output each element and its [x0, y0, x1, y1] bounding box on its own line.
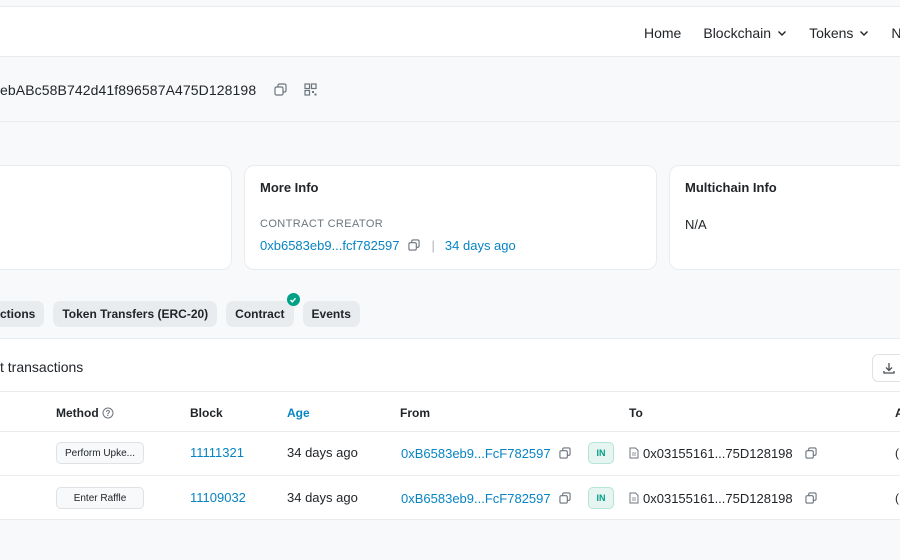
tab-contract[interactable]: Contract	[226, 293, 300, 327]
method-badge: Enter Raffle	[56, 487, 144, 509]
tab-token-transfers-label: Token Transfers (ERC-20)	[62, 307, 209, 321]
chevron-down-icon	[778, 30, 787, 36]
tab-token-transfers[interactable]: Token Transfers (ERC-20)	[53, 301, 218, 327]
nav-more[interactable]: N	[891, 25, 900, 41]
column-block: Block	[190, 406, 223, 420]
column-to: To	[629, 406, 643, 420]
copy-icon[interactable]	[803, 490, 819, 506]
top-navbar: Home Blockchain Tokens N	[0, 6, 900, 57]
copy-icon[interactable]	[406, 237, 422, 253]
from-address-link[interactable]: 0xB6583eb9...FcF782597	[401, 446, 551, 461]
nav-home-label: Home	[644, 24, 682, 41]
nav-home[interactable]: Home	[644, 25, 681, 41]
multichain-info-card: Multichain Info N/A	[669, 165, 900, 270]
to-cell: 0x03155161...75D128198	[629, 445, 819, 461]
column-block-label: Block	[190, 406, 223, 420]
column-to-label: To	[629, 406, 643, 420]
from-cell: 0xB6583eb9...FcF782597	[401, 490, 573, 506]
method-badge: Perform Upke...	[56, 442, 144, 464]
row-divider	[0, 475, 900, 476]
help-icon[interactable]: ?	[102, 407, 114, 419]
row-edge-char: (	[895, 446, 899, 460]
nav-blockchain[interactable]: Blockchain	[703, 25, 787, 41]
tx-age: 34 days ago	[287, 490, 358, 505]
multichain-info-title: Multichain Info	[685, 180, 777, 195]
column-edge-label: A	[895, 406, 900, 420]
svg-text:?: ?	[105, 409, 110, 418]
column-from-label: From	[400, 406, 430, 420]
column-edge: A	[895, 406, 900, 420]
nav-tokens-label: Tokens	[809, 24, 854, 41]
nav-blockchain-label: Blockchain	[703, 24, 772, 41]
creator-address-link[interactable]: 0xb6583eb9...fcf782597	[260, 238, 400, 253]
block-link[interactable]: 11111321	[190, 445, 244, 460]
tab-bar: ctions Token Transfers (ERC-20) Contract…	[0, 293, 369, 327]
main-nav: Home Blockchain Tokens N	[644, 7, 900, 58]
verified-check-icon	[286, 293, 300, 306]
copy-icon[interactable]	[557, 490, 573, 506]
block-link[interactable]: 11109032	[190, 490, 246, 505]
download-button[interactable]	[872, 354, 900, 382]
transactions-title: t transactions	[0, 359, 84, 375]
column-age-label: Age	[287, 406, 310, 420]
column-method-label: Method	[56, 406, 99, 420]
to-address[interactable]: 0x03155161...75D128198	[643, 491, 793, 506]
direction-badge: IN	[588, 442, 614, 464]
tx-age: 34 days ago	[287, 445, 358, 460]
tab-contract-label: Contract	[235, 307, 285, 321]
creator-tx-age-link[interactable]: 34 days ago	[445, 238, 516, 253]
overview-card	[0, 165, 232, 270]
contract-file-icon	[629, 447, 639, 459]
contract-file-icon	[629, 492, 639, 504]
copy-icon[interactable]	[272, 82, 288, 98]
column-age[interactable]: Age	[287, 406, 310, 420]
to-cell: 0x03155161...75D128198	[629, 490, 819, 506]
contract-address: ebABc58B742d41f896587A475D128198	[0, 81, 257, 98]
tab-events[interactable]: Events	[302, 301, 360, 327]
nav-more-label: N	[891, 24, 900, 41]
copy-icon[interactable]	[557, 445, 573, 461]
contract-creator-label: CONTRACT CREATOR	[260, 218, 384, 230]
tab-transactions-label: ctions	[0, 307, 36, 321]
to-address[interactable]: 0x03155161...75D128198	[643, 446, 793, 461]
from-address-link[interactable]: 0xB6583eb9...FcF782597	[401, 491, 551, 506]
separator: |	[431, 237, 435, 253]
contract-creator-row: 0xb6583eb9...fcf782597 | 34 days ago	[260, 237, 516, 253]
nav-tokens[interactable]: Tokens	[809, 25, 869, 41]
copy-icon[interactable]	[803, 445, 819, 461]
direction-badge: IN	[588, 487, 614, 509]
transactions-panel: t transactions Method ? Block Age From T…	[0, 338, 900, 520]
chevron-down-icon	[860, 30, 869, 36]
address-header: ebABc58B742d41f896587A475D128198	[0, 58, 900, 122]
row-edge-char: (	[895, 491, 899, 505]
multichain-info-value: N/A	[685, 217, 707, 232]
download-icon	[883, 363, 895, 374]
from-cell: 0xB6583eb9...FcF782597	[401, 445, 573, 461]
more-info-title: More Info	[260, 180, 319, 195]
header-divider	[0, 391, 900, 392]
column-method: Method ?	[56, 406, 114, 420]
qr-code-icon[interactable]	[302, 82, 318, 98]
header-bottom-divider	[0, 431, 900, 432]
tab-events-label: Events	[311, 307, 351, 321]
tab-transactions[interactable]: ctions	[0, 301, 45, 327]
column-from: From	[400, 406, 430, 420]
more-info-card: More Info CONTRACT CREATOR 0xb6583eb9...…	[244, 165, 657, 270]
